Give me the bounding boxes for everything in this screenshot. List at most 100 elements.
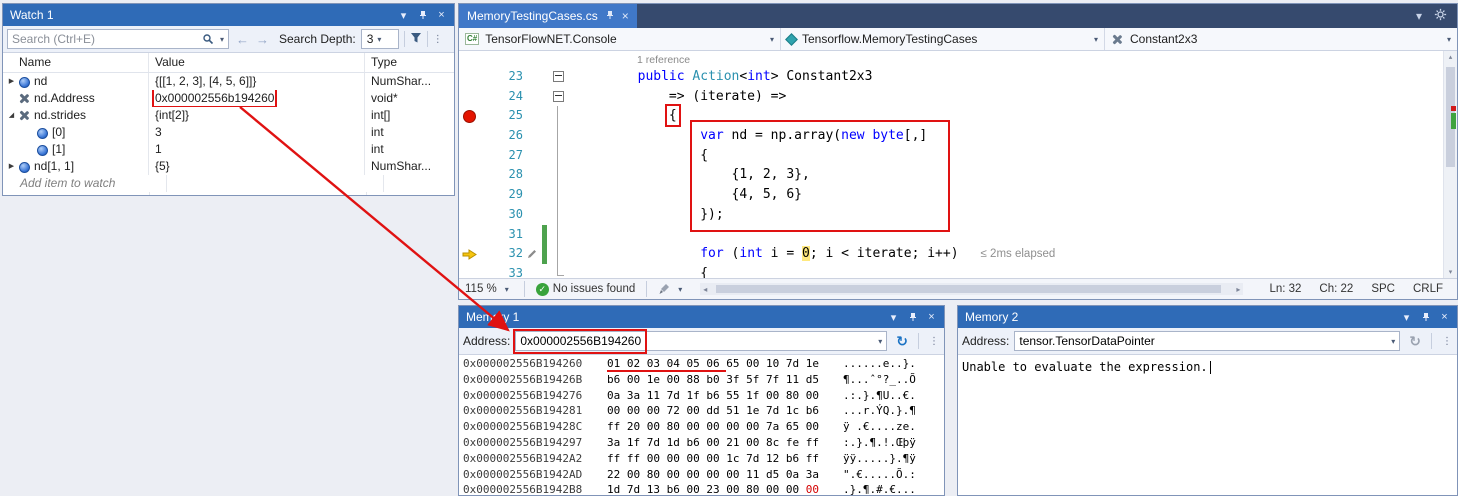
- collapse-icon[interactable]: [553, 91, 564, 102]
- expander-icon[interactable]: ▶: [6, 73, 17, 90]
- search-prev-icon[interactable]: ←: [236, 32, 249, 47]
- memory2-message[interactable]: Unable to evaluate the expression.: [958, 355, 1457, 495]
- code-line[interactable]: 27 {: [459, 146, 1457, 166]
- breakpoint-margin[interactable]: [459, 264, 479, 278]
- breakpoint-margin[interactable]: [459, 185, 479, 205]
- search-input[interactable]: [8, 32, 200, 46]
- chevron-down-icon[interactable]: ▾: [216, 35, 228, 44]
- watch-value-cell[interactable]: 0x000002556b194260: [149, 90, 365, 107]
- spaces-indicator[interactable]: SPC: [1371, 283, 1395, 295]
- close-icon[interactable]: ×: [622, 9, 629, 23]
- close-icon[interactable]: ×: [923, 309, 940, 326]
- code-text[interactable]: {: [567, 264, 1457, 278]
- outline-margin[interactable]: [549, 225, 567, 245]
- window-menu-icon[interactable]: ▾: [395, 7, 412, 24]
- breakpoint-margin[interactable]: [459, 126, 479, 146]
- code-line[interactable]: 32 for (int i = 0; i < iterate; i++)≤ 2m…: [459, 244, 1457, 264]
- watch-row[interactable]: ◢nd.strides{int[2]}int[]: [3, 107, 454, 124]
- outline-margin[interactable]: [549, 185, 567, 205]
- breakpoint-margin[interactable]: [459, 205, 479, 225]
- memory1-titlebar[interactable]: Memory 1 ▾ ×: [459, 306, 944, 328]
- memory1-grid[interactable]: 0x000002556B19426001 02 03 04 05 06 65 0…: [459, 355, 944, 495]
- code-line[interactable]: 33 {: [459, 264, 1457, 278]
- breakpoint-margin[interactable]: [459, 165, 479, 185]
- code-text[interactable]: [567, 225, 1457, 245]
- eol-indicator[interactable]: CRLF: [1413, 283, 1443, 295]
- outline-margin[interactable]: [549, 264, 567, 278]
- refresh-icon[interactable]: ↻: [896, 333, 908, 350]
- watch-row[interactable]: ▶nd[1, 1]{5}NumShar...: [3, 158, 454, 175]
- project-dropdown[interactable]: C# TensorFlowNET.Console ▾: [459, 28, 781, 50]
- outline-margin[interactable]: [549, 146, 567, 166]
- zoom-select[interactable]: 115 % ▾: [459, 279, 519, 299]
- code-text[interactable]: for (int i = 0; i < iterate; i++)≤ 2ms e…: [567, 244, 1457, 264]
- watch-row[interactable]: [1]1int: [3, 141, 454, 158]
- scroll-up-icon[interactable]: ▴: [1444, 53, 1457, 61]
- code-text[interactable]: {: [567, 146, 1457, 166]
- column-header-name[interactable]: Name: [3, 53, 149, 72]
- watch-row[interactable]: nd.Address0x000002556b194260void*: [3, 90, 454, 107]
- scroll-left-icon[interactable]: ◂: [703, 283, 707, 295]
- type-dropdown[interactable]: Tensorflow.MemoryTestingCases ▾: [781, 28, 1105, 50]
- breakpoint-margin[interactable]: [459, 225, 479, 245]
- watch-titlebar[interactable]: Watch 1 ▾ ×: [3, 4, 454, 26]
- address-input[interactable]: [516, 334, 874, 348]
- code-cleanup-button[interactable]: ▾: [652, 279, 692, 299]
- pin-icon[interactable]: [605, 9, 615, 23]
- chevron-down-icon[interactable]: ▾: [1416, 9, 1422, 23]
- code-line[interactable]: 26 var nd = np.array(new byte[,]: [459, 126, 1457, 146]
- chevron-down-icon[interactable]: ▾: [1387, 337, 1399, 346]
- gear-icon[interactable]: [1434, 8, 1447, 24]
- char-indicator[interactable]: Ch: 22: [1319, 283, 1353, 295]
- close-icon[interactable]: ×: [1436, 309, 1453, 326]
- current-statement-icon[interactable]: [459, 244, 479, 264]
- search-box[interactable]: ▾: [7, 29, 229, 49]
- toolbar-overflow-icon[interactable]: ⋮: [929, 336, 940, 347]
- code-line[interactable]: 24 => (iterate) =>: [459, 87, 1457, 107]
- column-header-type[interactable]: Type: [365, 53, 454, 72]
- outline-margin[interactable]: [549, 205, 567, 225]
- tab-memorytestingcases[interactable]: MemoryTestingCases.cs ×: [459, 4, 637, 28]
- expander-icon[interactable]: ▶: [6, 158, 17, 175]
- vertical-scrollbar[interactable]: ▴ ▾: [1443, 51, 1457, 278]
- collapse-icon[interactable]: [553, 71, 564, 82]
- filter-icon[interactable]: [410, 32, 422, 47]
- outline-margin[interactable]: [549, 106, 567, 126]
- code-line[interactable]: 29 {4, 5, 6}: [459, 185, 1457, 205]
- address-combobox[interactable]: ▾: [515, 331, 887, 351]
- watch-row[interactable]: ▶nd{[[1, 2, 3], [4, 5, 6]]}NumShar...: [3, 73, 454, 90]
- outline-margin[interactable]: [549, 165, 567, 185]
- toolbar-overflow-icon[interactable]: ⋮: [1442, 336, 1453, 347]
- address-input[interactable]: [1015, 334, 1387, 348]
- breakpoint-icon[interactable]: [463, 110, 476, 123]
- code-text[interactable]: var nd = np.array(new byte[,]: [567, 126, 1457, 146]
- window-menu-icon[interactable]: ▾: [885, 309, 902, 326]
- breakpoint-margin[interactable]: [459, 87, 479, 107]
- code-text[interactable]: {4, 5, 6}: [567, 185, 1457, 205]
- add-watch-item-label[interactable]: Add item to watch: [3, 175, 167, 192]
- line-indicator[interactable]: Ln: 32: [1269, 283, 1301, 295]
- outline-margin[interactable]: [549, 244, 567, 264]
- code-line[interactable]: 31: [459, 225, 1457, 245]
- memory2-titlebar[interactable]: Memory 2 ▾ ×: [958, 306, 1457, 328]
- toolbar-overflow-icon[interactable]: ⋮: [433, 34, 444, 45]
- breakpoint-margin[interactable]: [459, 146, 479, 166]
- column-header-value[interactable]: Value: [149, 53, 365, 72]
- code-area[interactable]: 1 reference23 public Action<int> Constan…: [459, 51, 1457, 278]
- pin-icon[interactable]: [414, 7, 431, 24]
- window-menu-icon[interactable]: ▾: [1398, 309, 1415, 326]
- search-depth-select[interactable]: 3 ▾: [361, 29, 399, 49]
- expander-icon[interactable]: ◢: [6, 107, 17, 124]
- watch-value-cell[interactable]: {[[1, 2, 3], [4, 5, 6]]}: [149, 73, 365, 90]
- chevron-down-icon[interactable]: ▾: [874, 337, 886, 346]
- watch-value-cell[interactable]: {5}: [149, 158, 365, 175]
- member-dropdown[interactable]: Constant2x3 ▾: [1105, 28, 1457, 50]
- watch-row[interactable]: [0]3int: [3, 124, 454, 141]
- watch-value-cell[interactable]: {int[2]}: [149, 107, 365, 124]
- close-icon[interactable]: ×: [433, 7, 450, 24]
- code-line[interactable]: 28 {1, 2, 3},: [459, 165, 1457, 185]
- code-line[interactable]: 25 {: [459, 106, 1457, 126]
- watch-value-cell[interactable]: 3: [149, 124, 365, 141]
- pin-icon[interactable]: [1417, 309, 1434, 326]
- outline-margin[interactable]: [549, 126, 567, 146]
